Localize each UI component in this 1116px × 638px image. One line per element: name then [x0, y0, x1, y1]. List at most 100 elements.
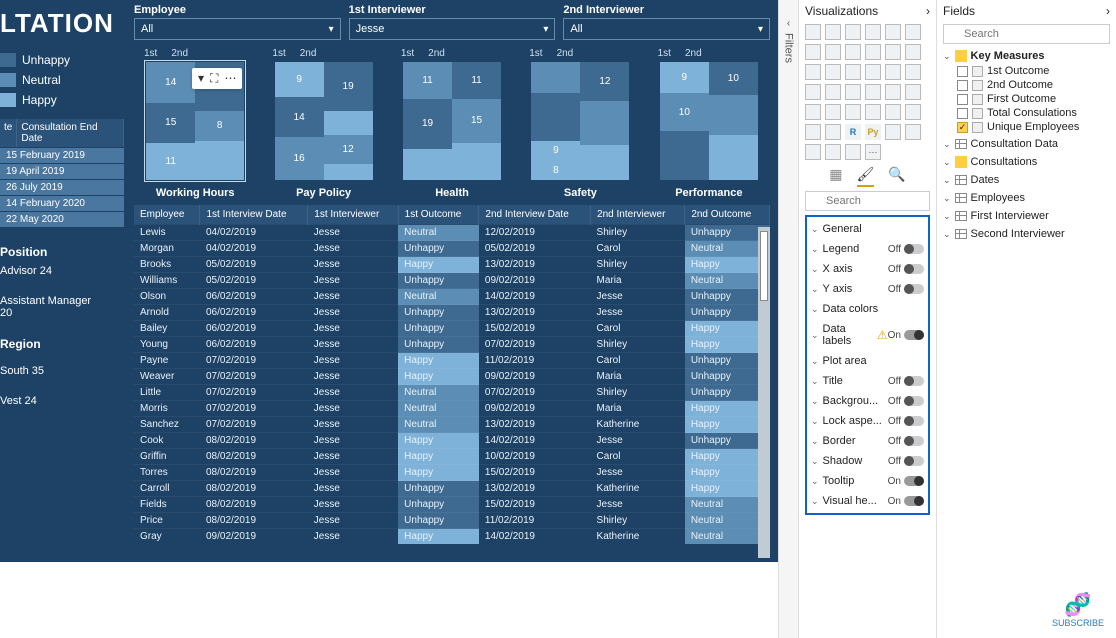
field-table[interactable]: ⌄Second Interviewer	[943, 226, 1110, 242]
slicer-dropdown[interactable]: All▾	[563, 18, 770, 40]
table-header[interactable]: 2nd Interview Date	[479, 205, 591, 225]
table-row[interactable]: Gray09/02/2019JesseHappy14/02/2019Kather…	[134, 529, 770, 545]
chevron-right-icon[interactable]: ›	[926, 4, 930, 18]
toggle[interactable]: On	[888, 476, 924, 487]
visual-type-icon[interactable]	[825, 104, 841, 120]
more-icon[interactable]: ⋯	[224, 71, 236, 86]
table-header[interactable]: Employee	[134, 205, 200, 225]
checkbox[interactable]	[957, 94, 968, 105]
table-row[interactable]: Brooks05/02/2019JesseHappy13/02/2019Shir…	[134, 257, 770, 273]
treemap-cell[interactable]: 8	[531, 160, 580, 180]
format-item[interactable]: ⌄Data colors	[807, 299, 928, 319]
field-item[interactable]: First Outcome	[943, 92, 1110, 106]
table-row[interactable]: Sanchez07/02/2019JesseNeutral13/02/2019K…	[134, 417, 770, 433]
format-item[interactable]: ⌄BorderOff	[807, 431, 928, 451]
treemap-cell[interactable]	[580, 101, 629, 144]
field-table[interactable]: ⌄Dates	[943, 172, 1110, 188]
date-row[interactable]: 15 February 2019	[0, 147, 124, 163]
toggle[interactable]: Off	[888, 456, 924, 467]
chevron-right-icon[interactable]: ›	[1106, 4, 1110, 18]
toggle[interactable]: Off	[888, 264, 924, 275]
field-table[interactable]: ⌄First Interviewer	[943, 208, 1110, 224]
visual-type-icon[interactable]	[805, 104, 821, 120]
toggle[interactable]: Off	[888, 416, 924, 427]
fields-tab-icon[interactable]: ▦	[829, 166, 842, 187]
visual-type-icon[interactable]	[905, 104, 921, 120]
visual-type-icon[interactable]	[845, 44, 861, 60]
format-item[interactable]: ⌄Lock aspe...Off	[807, 411, 928, 431]
visual-type-icon[interactable]	[845, 84, 861, 100]
table-header[interactable]: 1st Outcome	[398, 205, 479, 225]
field-item[interactable]: 1st Outcome	[943, 64, 1110, 78]
treemap-cell[interactable]: 14	[146, 62, 195, 103]
table-row[interactable]: Olson06/02/2019JesseNeutral14/02/2019Jes…	[134, 289, 770, 305]
table-header[interactable]: 2nd Interviewer	[591, 205, 685, 225]
treemap-cell[interactable]: 11	[452, 62, 501, 99]
table-row[interactable]: Williams05/02/2019JesseUnhappy09/02/2019…	[134, 273, 770, 289]
scroll-thumb[interactable]	[760, 231, 768, 301]
format-item[interactable]: ⌄TooltipOn	[807, 471, 928, 491]
filter-icon[interactable]: ▾	[198, 71, 204, 86]
date-row[interactable]: 19 April 2019	[0, 163, 124, 179]
format-item[interactable]: ⌄Data labels⚠ On	[807, 319, 928, 351]
format-item[interactable]: ⌄Visual he...On	[807, 491, 928, 511]
data-table[interactable]: Employee1st Interview Date1st Interviewe…	[134, 205, 770, 558]
treemap-cell[interactable]: 9	[275, 62, 324, 97]
treemap-visual[interactable]: 1st2nd 11191115 Health	[391, 48, 513, 199]
table-row[interactable]: Lewis04/02/2019JesseNeutral12/02/2019Shi…	[134, 225, 770, 241]
visual-type-icon[interactable]	[845, 64, 861, 80]
table-row[interactable]: Cook08/02/2019JesseHappy14/02/2019JesseU…	[134, 433, 770, 449]
table-header[interactable]: 1st Interviewer	[308, 205, 398, 225]
treemap-visual[interactable]: 1st2nd 9812 Safety	[519, 48, 641, 199]
field-table[interactable]: ⌄Key Measures	[943, 48, 1110, 64]
table-row[interactable]: Morgan04/02/2019JesseUnhappy05/02/2019Ca…	[134, 241, 770, 257]
table-row[interactable]: Young06/02/2019JesseUnhappy07/02/2019Shi…	[134, 337, 770, 353]
visual-type-icon[interactable]	[905, 84, 921, 100]
visual-type-icon[interactable]	[825, 124, 841, 140]
format-item[interactable]: ⌄Backgrou...Off	[807, 391, 928, 411]
visual-type-icon[interactable]	[905, 64, 921, 80]
table-row[interactable]: Little07/02/2019JesseNeutral07/02/2019Sh…	[134, 385, 770, 401]
visual-type-icon[interactable]	[805, 44, 821, 60]
treemap-cell[interactable]	[531, 93, 580, 140]
visual-type-icon[interactable]	[885, 64, 901, 80]
table-row[interactable]: Griffin08/02/2019JesseHappy10/02/2019Car…	[134, 449, 770, 465]
format-item[interactable]: ⌄X axisOff	[807, 259, 928, 279]
toggle[interactable]: On	[888, 496, 924, 507]
treemap-cell[interactable]: 11	[146, 143, 195, 180]
format-item[interactable]: ⌄Y axisOff	[807, 279, 928, 299]
visual-type-icon[interactable]	[885, 44, 901, 60]
visual-type-icon[interactable]	[825, 84, 841, 100]
table-row[interactable]: Morris07/02/2019JesseNeutral09/02/2019Ma…	[134, 401, 770, 417]
treemap-cell[interactable]: 12	[580, 62, 629, 101]
visual-type-icon[interactable]	[805, 64, 821, 80]
treemap-cell[interactable]: 19	[324, 62, 373, 111]
visual-type-icon[interactable]	[825, 44, 841, 60]
checkbox[interactable]	[957, 108, 968, 119]
toggle[interactable]: Off	[888, 284, 924, 295]
table-row[interactable]: Torres08/02/2019JesseHappy15/02/2019Jess…	[134, 465, 770, 481]
treemap-cell[interactable]: 14	[275, 97, 324, 136]
format-item[interactable]: ⌄Plot area	[807, 351, 928, 371]
fields-search[interactable]	[943, 24, 1110, 44]
visual-type-icon[interactable]	[825, 24, 841, 40]
format-item[interactable]: ⌄ShadowOff	[807, 451, 928, 471]
visual-type-icon[interactable]	[865, 24, 881, 40]
visual-type-icon[interactable]	[885, 24, 901, 40]
scrollbar[interactable]	[758, 227, 770, 558]
field-item[interactable]: ✓Unique Employees	[943, 120, 1110, 134]
treemap-cell[interactable]: 11	[403, 62, 452, 99]
focus-icon[interactable]: ⛶	[210, 71, 218, 86]
toggle[interactable]: Off	[888, 396, 924, 407]
treemap-cell[interactable]: 9	[660, 62, 709, 93]
treemap-cell[interactable]	[403, 149, 452, 180]
table-row[interactable]: Fields08/02/2019JesseUnhappy15/02/2019Je…	[134, 497, 770, 513]
treemap-cell[interactable]: 10	[709, 62, 758, 95]
visual-type-icon[interactable]	[805, 84, 821, 100]
visual-type-icon[interactable]	[805, 124, 821, 140]
treemap-visual[interactable]: 1st2nd 914161912 Pay Policy	[262, 48, 384, 199]
subscribe-logo[interactable]: 🧬 SUBSCRIBE	[1052, 592, 1104, 628]
analytics-tab-icon[interactable]: 🔍	[888, 166, 905, 187]
field-table[interactable]: ⌄Consultations	[943, 154, 1110, 170]
treemap-cell[interactable]: 16	[275, 137, 324, 180]
